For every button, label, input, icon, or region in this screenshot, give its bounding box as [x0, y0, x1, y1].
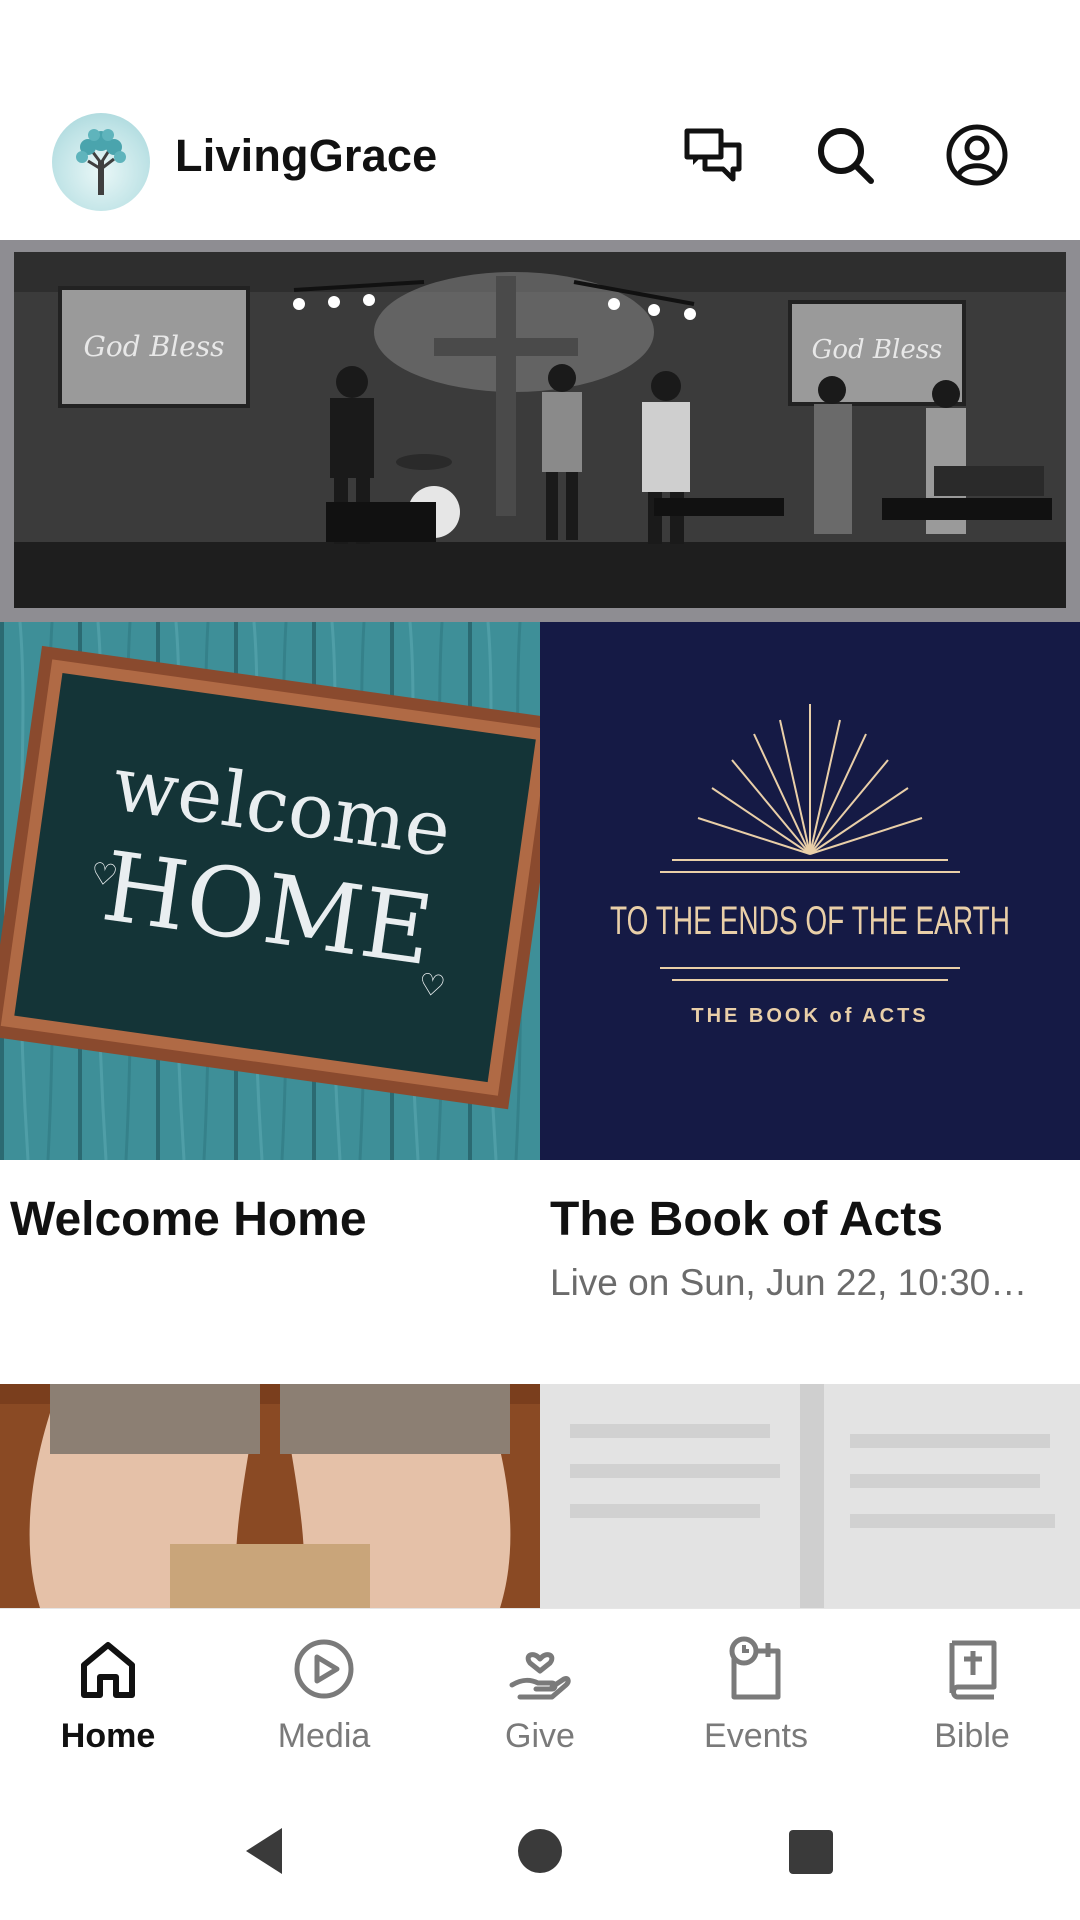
card-blurred-book[interactable]	[540, 1384, 1080, 1608]
card-gift-hands[interactable]	[0, 1384, 540, 1608]
home-system-button[interactable]	[505, 1816, 575, 1886]
profile-button[interactable]	[940, 118, 1014, 192]
welcome-home-image: welcome HOME ♡ ♡	[0, 622, 540, 1160]
system-nav-bar	[0, 1778, 1080, 1920]
nav-label: Bible	[934, 1717, 1010, 1755]
ends-of-earth-text: TO THE ENDS OF THE EARTH	[610, 899, 1010, 943]
search-button[interactable]	[808, 118, 882, 192]
home-icon	[81, 1642, 135, 1698]
screen-text-left: God Bless	[84, 330, 225, 363]
give-icon	[509, 1652, 571, 1700]
nav-label: Home	[60, 1717, 156, 1755]
card-title: Welcome Home	[10, 1193, 367, 1246]
nav-give[interactable]: Give	[432, 1609, 648, 1779]
card-book-of-acts[interactable]: TO THE ENDS OF THE EARTH THE BOOK of ACT…	[540, 622, 1080, 1303]
chat-button[interactable]	[676, 118, 750, 192]
profile-icon	[946, 124, 1008, 186]
chat-icon	[684, 128, 742, 182]
search-icon	[818, 128, 874, 184]
screen-text-right: God Bless	[812, 335, 943, 365]
heart-icon: ♡	[89, 857, 120, 893]
bottom-nav: Home Media Give Events Bible	[0, 1608, 1080, 1778]
events-icon	[729, 1636, 781, 1700]
nav-bible[interactable]: Bible	[864, 1609, 1080, 1779]
blurred-book-image	[540, 1384, 1080, 1608]
nav-label: Events	[704, 1717, 808, 1755]
app-title: LivingGrace	[175, 130, 438, 181]
nav-label: Give	[505, 1717, 575, 1755]
nav-label: Media	[277, 1717, 371, 1755]
recents-button[interactable]	[775, 1816, 845, 1886]
nav-media[interactable]: Media	[216, 1609, 432, 1779]
back-button[interactable]	[232, 1816, 302, 1886]
back-triangle-icon	[246, 1828, 282, 1874]
home-circle-icon	[518, 1829, 562, 1873]
app-header: LivingGrace	[0, 100, 1080, 216]
nav-home[interactable]: Home	[0, 1609, 216, 1779]
nav-events[interactable]: Events	[648, 1609, 864, 1779]
church-logo[interactable]	[52, 113, 150, 211]
bible-icon	[949, 1640, 997, 1700]
tree-logo-icon	[76, 129, 126, 195]
book-of-acts-image: TO THE ENDS OF THE EARTH THE BOOK of ACT…	[540, 622, 1080, 1160]
card-subtitle: Live on Sun, Jun 22, 10:30…	[550, 1262, 1028, 1303]
hands-gift-image	[0, 1384, 540, 1608]
card-title: The Book of Acts	[550, 1193, 943, 1246]
hero-banner[interactable]: God Bless God Bless	[0, 240, 1080, 622]
heart-icon: ♡	[416, 968, 447, 1004]
recents-square-icon	[789, 1830, 833, 1874]
worship-band-photo: God Bless God Bless	[14, 252, 1066, 608]
card-welcome-home[interactable]: welcome HOME ♡ ♡ Welcome Home	[0, 622, 540, 1246]
book-of-acts-text: THE BOOK of ACTS	[691, 1005, 928, 1027]
play-icon	[294, 1639, 354, 1699]
